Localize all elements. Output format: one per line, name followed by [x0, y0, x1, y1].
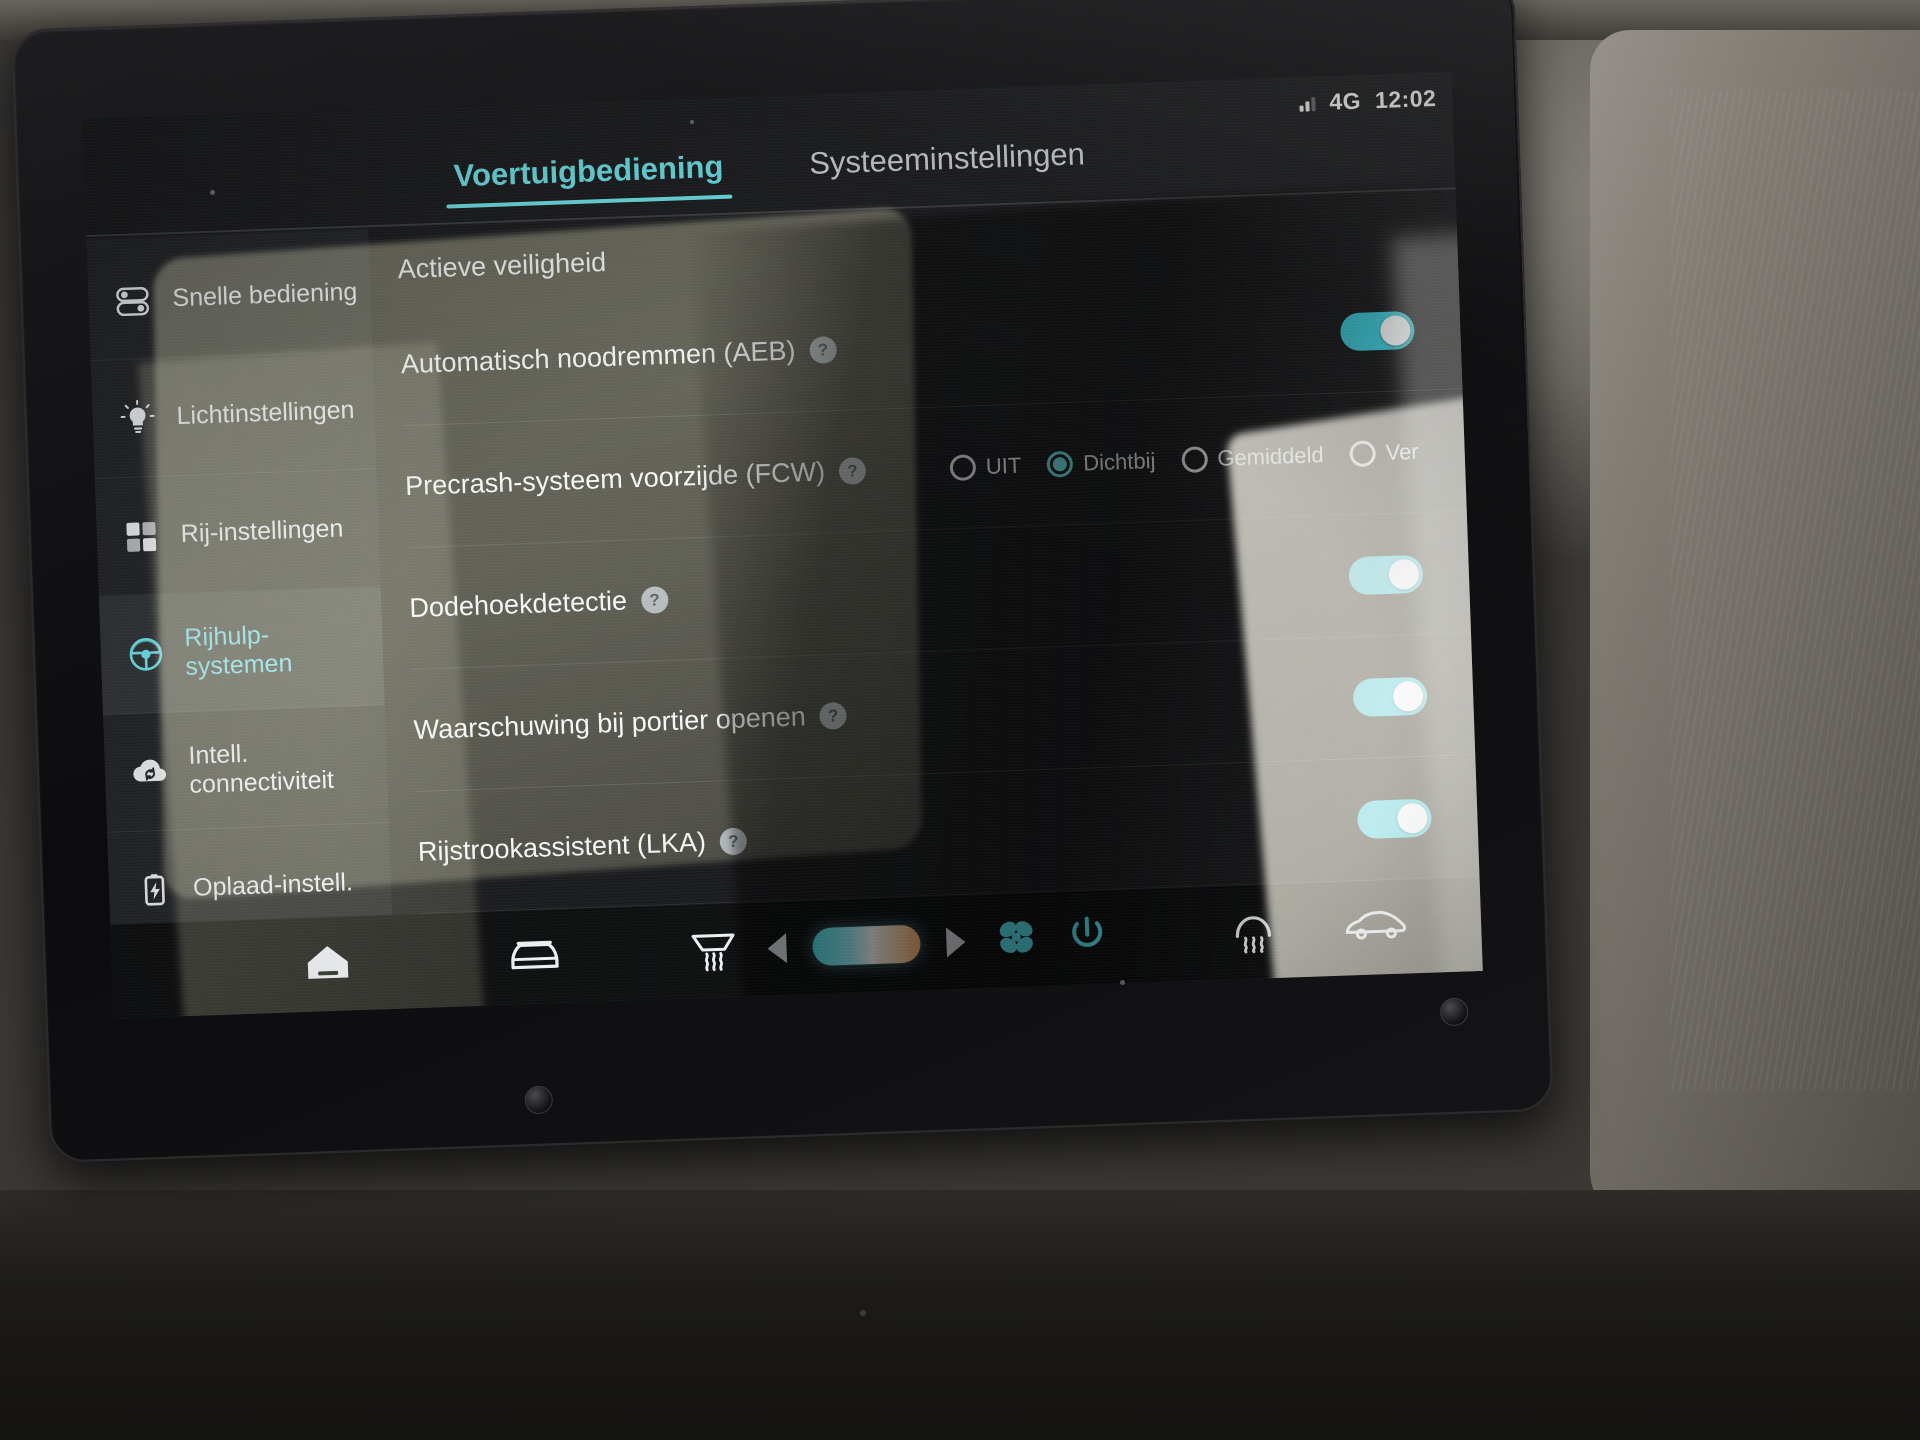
- dashboard-lower-console: [0, 1190, 1920, 1440]
- dashboard-texture: [1670, 90, 1920, 1090]
- display-assembly: 4G 12:02 Voertuigbediening Systeeminstel…: [0, 0, 1601, 1199]
- infotainment-screen: 4G 12:02 Voertuigbediening Systeeminstel…: [82, 71, 1483, 1019]
- dashboard-right-panel: [1590, 30, 1920, 1230]
- screen-vignette: [82, 71, 1483, 1019]
